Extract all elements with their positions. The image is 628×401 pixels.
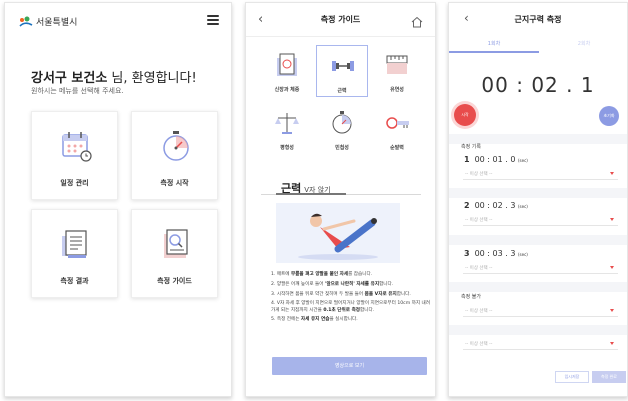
guide-screen: ‹ 측정 가이드 신장과 체중 근력 유연성 평형성 민첩성 순발력 근력 V자… — [245, 2, 436, 397]
status-select[interactable]: -- 이상 선택 -- — [463, 339, 618, 350]
home-icon[interactable] — [411, 13, 423, 28]
page-title: 근지구력 측정 — [514, 15, 562, 24]
measure-header: ‹ 근지구력 측정 — [449, 3, 627, 33]
section-spacer — [449, 282, 627, 292]
category-label: 유연성 — [390, 87, 404, 93]
records-label: 측정 기록 — [461, 144, 481, 150]
instruction-item: 2. 양팔은 어깨 높이로 들어 '앞으로 나란히' 자세를 유지합니다. — [271, 281, 394, 287]
stopwatch-icon — [158, 128, 194, 164]
results-clipboard-icon — [58, 226, 94, 262]
instruction-item: 5. 측정 전에는 자세 유지 연습을 실시합니다. — [271, 317, 358, 323]
category-power[interactable]: 순발력 — [371, 103, 423, 155]
menu-tile-label: 측정 결과 — [60, 277, 89, 285]
section-underline — [276, 193, 346, 195]
balance-icon — [273, 110, 301, 136]
menu-tile-schedule[interactable]: 일정 관리 — [31, 111, 118, 200]
welcome-message: 강서구 보건소 님, 환영합니다! — [31, 67, 197, 86]
guide-search-icon — [158, 226, 194, 262]
stopwatch-icon — [328, 110, 356, 136]
category-label: 순발력 — [390, 145, 404, 151]
dropdown-caret-icon — [610, 266, 614, 269]
record-row: 3 00 : 03 . 3 (sec) — [464, 249, 528, 258]
seoul-logo[interactable]: 서울특별시 — [19, 15, 77, 28]
welcome-suffix: 님, 환영합니다! — [107, 71, 197, 86]
category-label: 평형성 — [280, 145, 294, 151]
instruction-item: 1. 매트에 무릎을 펴고 양팔을 붙인 자세를 잡습니다. — [271, 272, 373, 277]
category-balance[interactable]: 평형성 — [261, 103, 313, 155]
save-draft-button[interactable]: 임시저장 — [555, 371, 589, 383]
welcome-subtitle: 원하시는 메뉴를 선택해 주세요. — [31, 87, 124, 95]
calendar-icon — [58, 128, 94, 164]
instruction-item: 4. V자 자세 후 양발이 지면으로 떨어지거나 양팔이 지면으로부터 10c… — [271, 301, 430, 313]
record-row: 1 00 : 01 . 0 (sec) — [464, 155, 528, 164]
ruler-icon — [383, 52, 411, 78]
menu-tile-label: 측정 시작 — [160, 179, 189, 187]
home-header: 서울특별시 — [5, 3, 231, 43]
dropdown-caret-icon — [610, 218, 614, 221]
hamburger-icon[interactable] — [207, 15, 219, 25]
instruction-item: 3. 시작하면 몸을 뒤로 약간 젖히며 두 발을 들어 몸을 V자로 유지합니… — [271, 291, 411, 297]
welcome-name: 강서구 보건소 — [31, 71, 108, 86]
start-button[interactable]: 시작 — [454, 104, 476, 126]
key-icon — [383, 110, 411, 136]
category-label: 신장과 체중 — [274, 87, 300, 93]
timer-display: 00 : 02 . 1 — [481, 73, 595, 97]
section-spacer — [449, 188, 627, 198]
video-button[interactable]: 영상으로 보기 — [272, 357, 427, 375]
tab-round-1[interactable]: 1회차 — [449, 37, 539, 53]
category-strength[interactable]: 근력 — [316, 45, 368, 97]
record-select[interactable]: -- 이상 선택 -- — [463, 263, 618, 274]
complete-button[interactable]: 측정 완료 — [592, 371, 626, 383]
category-agility[interactable]: 민첩성 — [316, 103, 368, 155]
record-select[interactable]: -- 이상 선택 -- — [463, 215, 618, 226]
category-label: 근력 — [337, 88, 347, 94]
record-row: 2 00 : 02 . 3 (sec) — [464, 201, 528, 210]
menu-tile-guide[interactable]: 측정 가이드 — [131, 209, 218, 298]
status-select[interactable]: -- 이상 선택 -- — [463, 306, 618, 317]
exercise-illustration — [276, 203, 400, 263]
instruction-list: 1. 매트에 무릎을 펴고 양팔을 붙인 자세를 잡습니다. 2. 양팔은 어깨… — [271, 272, 431, 327]
section-spacer — [449, 325, 627, 335]
menu-tile-label: 일정 관리 — [60, 179, 89, 187]
category-flexibility[interactable]: 유연성 — [371, 45, 423, 97]
status-label: 측정 불가 — [461, 294, 481, 300]
category-label: 민첩성 — [335, 145, 349, 151]
dropdown-caret-icon — [610, 172, 614, 175]
dropdown-caret-icon — [610, 342, 614, 345]
measure-screen: ‹ 근지구력 측정 1회차 2회차 00 : 02 . 1 시작 초기화 측정 … — [448, 2, 628, 397]
seoul-logo-icon — [19, 16, 33, 28]
menu-tile-label: 측정 가이드 — [157, 277, 192, 285]
menu-tile-results[interactable]: 측정 결과 — [31, 209, 118, 298]
dropdown-caret-icon — [610, 309, 614, 312]
category-height-weight[interactable]: 신장과 체중 — [261, 45, 313, 97]
home-screen: 서울특별시 강서구 보건소 님, 환영합니다! 원하시는 메뉴를 선택해 주세요… — [4, 2, 232, 397]
reset-button[interactable]: 초기화 — [599, 106, 619, 126]
dumbbell-icon — [329, 53, 357, 79]
page-title: 측정 가이드 — [320, 15, 361, 24]
screens-canvas: 서울특별시 강서구 보건소 님, 환영합니다! 원하시는 메뉴를 선택해 주세요… — [0, 0, 628, 401]
section-spacer — [449, 235, 627, 245]
tab-round-2[interactable]: 2회차 — [539, 37, 627, 51]
round-tabs: 1회차 2회차 — [449, 37, 627, 53]
logo-text: 서울특별시 — [36, 18, 78, 28]
record-select[interactable]: -- 이상 선택 -- — [463, 169, 618, 180]
guide-header: ‹ 측정 가이드 — [246, 3, 435, 37]
scale-height-icon — [273, 52, 301, 78]
menu-tile-start[interactable]: 측정 시작 — [131, 111, 218, 200]
